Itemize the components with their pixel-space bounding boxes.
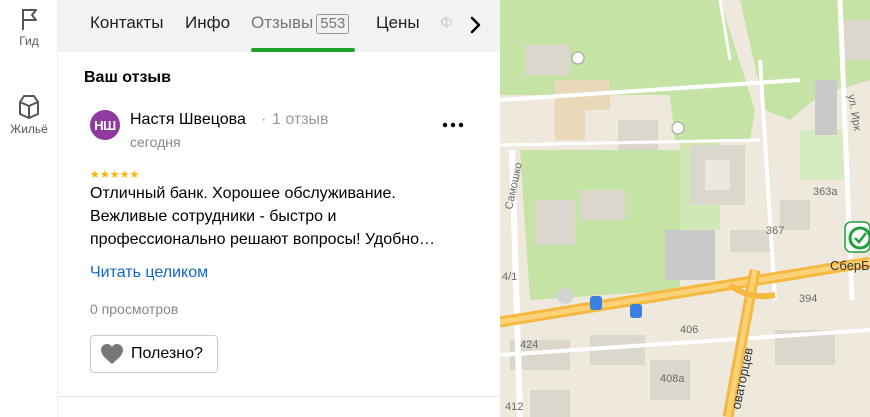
read-more-link[interactable]: Читать целиком: [90, 264, 208, 282]
tab-info[interactable]: Инфо: [185, 13, 230, 33]
building: [815, 80, 837, 135]
rail-item-label: Жильё: [10, 122, 48, 136]
section-title: Ваш отзыв: [84, 69, 171, 86]
house-icon: [19, 95, 39, 119]
building: [618, 120, 658, 150]
building: [780, 200, 810, 230]
review-author[interactable]: Настя Швецова: [130, 111, 246, 129]
flag-icon: [22, 9, 37, 30]
rating-stars: ★★★★★: [90, 169, 140, 181]
divider: [58, 396, 500, 397]
bus-stop-icon[interactable]: [630, 304, 642, 318]
poi-marker[interactable]: [557, 288, 573, 304]
org-panel: Контакты Инфо Отзывы553 Цены Ф Ваш отзыв…: [58, 0, 500, 417]
house-number: 4/1: [502, 271, 517, 283]
useful-button[interactable]: Полезно?: [90, 335, 218, 373]
bank-marker[interactable]: [844, 221, 870, 253]
house-number: 367: [766, 225, 784, 237]
building: [730, 230, 770, 252]
building: [580, 190, 625, 220]
author-review-count: 1 отзыв: [272, 111, 329, 128]
map-canvas[interactable]: Самошко оваторцев СберБ 363а 367 394 406…: [500, 0, 870, 417]
bus-stop-icon[interactable]: [590, 296, 602, 310]
left-rail: Гид Жильё: [0, 0, 58, 417]
tab-label: Отзывы: [251, 13, 314, 32]
more-options-icon[interactable]: [438, 115, 468, 135]
house-number: 412: [505, 401, 523, 413]
building: [530, 390, 570, 417]
review-date: сегодня: [130, 134, 181, 150]
house-number: 406: [680, 324, 698, 336]
avatar[interactable]: НШ: [90, 110, 120, 140]
review-count-badge: 553: [316, 14, 350, 34]
rail-item-label: Гид: [19, 34, 39, 48]
rail-item-housing[interactable]: Жильё: [0, 92, 58, 136]
tab-bar: Контакты Инфо Отзывы553 Цены Ф: [58, 0, 500, 52]
house-number: 363а: [813, 186, 838, 198]
tab-contacts[interactable]: Контакты: [90, 13, 163, 33]
useful-label: Полезно?: [131, 345, 203, 362]
building: [665, 230, 715, 280]
separator-dot: ·: [261, 111, 267, 128]
house-number: 394: [799, 293, 817, 305]
park-area: [800, 130, 845, 180]
building: [525, 45, 570, 75]
house-number: 424: [520, 339, 538, 351]
tab-prices[interactable]: Цены: [376, 13, 420, 33]
heart-icon: [101, 344, 123, 364]
tab-reviews[interactable]: Отзывы 553: [251, 13, 350, 34]
building: [535, 200, 575, 245]
active-tab-indicator: [251, 48, 355, 52]
map-view[interactable]: Самошко оваторцев СберБ 363а 367 394 406…: [500, 0, 870, 417]
views-count: 0 просмотров: [90, 301, 179, 317]
building: [705, 160, 730, 190]
rail-item-guide[interactable]: Гид: [0, 6, 58, 48]
chevron-right-icon[interactable]: [461, 10, 491, 40]
poi-label: СберБ: [830, 258, 870, 273]
house-number: 408а: [660, 373, 685, 385]
review-text: Отличный банк. Хорошее обслуживание. Веж…: [90, 185, 436, 248]
